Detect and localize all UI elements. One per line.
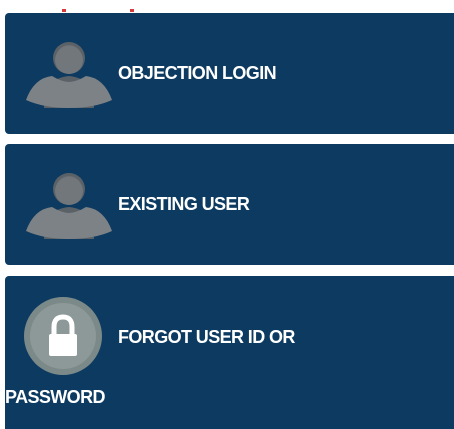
users-icon <box>26 173 112 239</box>
users-icon <box>26 42 112 108</box>
forgot-user-id-label-line2: PASSWORD <box>5 387 105 407</box>
red-mark <box>62 9 66 12</box>
objection-login-label: OBJECTION LOGIN <box>118 63 277 83</box>
existing-user-button[interactable]: EXISTING USER <box>5 144 454 265</box>
forgot-user-id-button[interactable]: FORGOT USER ID OR PASSWORD <box>5 276 454 429</box>
forgot-user-id-label-line1: FORGOT USER ID OR <box>118 327 295 347</box>
lock-icon <box>24 297 102 375</box>
existing-user-label: EXISTING USER <box>118 194 250 214</box>
objection-login-button[interactable]: OBJECTION LOGIN <box>5 13 454 134</box>
red-mark <box>130 9 134 12</box>
